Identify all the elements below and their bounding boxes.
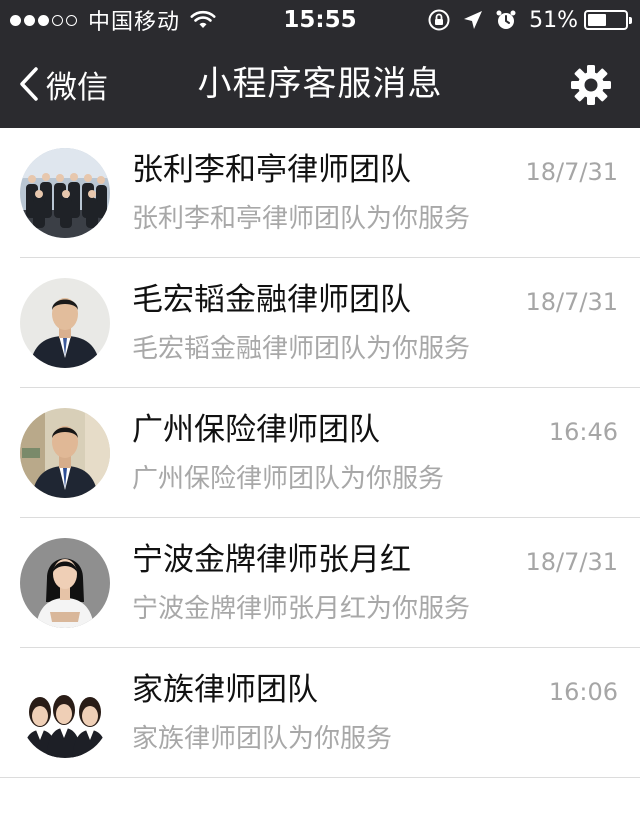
women-group-avatar [20, 668, 110, 758]
conversation-item[interactable]: 张利李和亭律师团队 18/7/31 张利李和亭律师团队为你服务 [0, 128, 640, 258]
conversation-item[interactable]: 家族律师团队 16:06 家族律师团队为你服务 [0, 648, 640, 778]
divider [0, 777, 640, 778]
location-arrow-icon [464, 11, 483, 29]
settings-button[interactable] [570, 64, 612, 106]
battery-percent: 51% [529, 7, 578, 33]
conversation-preview: 张利李和亭律师团队为你服务 [132, 204, 471, 234]
conversation-name: 家族律师团队 [132, 672, 318, 708]
conversation-name: 广州保险律师团队 [132, 412, 380, 448]
conversation-time: 16:46 [548, 418, 618, 446]
status-bar: 中国移动 15:55 51% [0, 0, 640, 40]
conversation-name: 张利李和亭律师团队 [132, 152, 411, 188]
conversation-name: 毛宏韬金融律师团队 [132, 282, 411, 318]
conversation-time: 18/7/31 [525, 158, 618, 186]
conversation-preview: 家族律师团队为你服务 [132, 724, 393, 754]
battery-tip [629, 17, 632, 24]
group-photo-avatar [20, 148, 110, 238]
conversation-name: 宁波金牌律师张月红 [132, 542, 411, 578]
page-title: 小程序客服消息 [197, 64, 443, 104]
battery-fill [588, 14, 607, 26]
alarm-clock-icon [496, 10, 516, 29]
man-office-avatar [20, 408, 110, 498]
conversation-time: 18/7/31 [525, 288, 618, 316]
conversation-item[interactable]: 宁波金牌律师张月红 18/7/31 宁波金牌律师张月红为你服务 [0, 518, 640, 648]
woman-portrait-avatar [20, 538, 110, 628]
gear-icon [571, 65, 611, 105]
conversation-item[interactable]: 毛宏韬金融律师团队 18/7/31 毛宏韬金融律师团队为你服务 [0, 258, 640, 388]
header: 中国移动 15:55 51% 微信 小程序客服消息 [0, 0, 640, 128]
orientation-lock-icon [428, 9, 450, 31]
conversation-time: 16:06 [548, 678, 618, 706]
conversation-preview: 毛宏韬金融律师团队为你服务 [132, 334, 471, 364]
man-portrait-avatar [20, 278, 110, 368]
conversation-preview: 广州保险律师团队为你服务 [132, 464, 445, 494]
conversation-item[interactable]: 广州保险律师团队 16:46 广州保险律师团队为你服务 [0, 388, 640, 518]
conversation-list: 张利李和亭律师团队 18/7/31 张利李和亭律师团队为你服务 毛宏韬金融律师团… [0, 128, 640, 778]
conversation-preview: 宁波金牌律师张月红为你服务 [132, 594, 471, 624]
status-right: 51% [415, 6, 632, 34]
battery-icon [584, 10, 632, 30]
navigation-bar: 微信 小程序客服消息 [0, 40, 640, 128]
conversation-time: 18/7/31 [525, 548, 618, 576]
